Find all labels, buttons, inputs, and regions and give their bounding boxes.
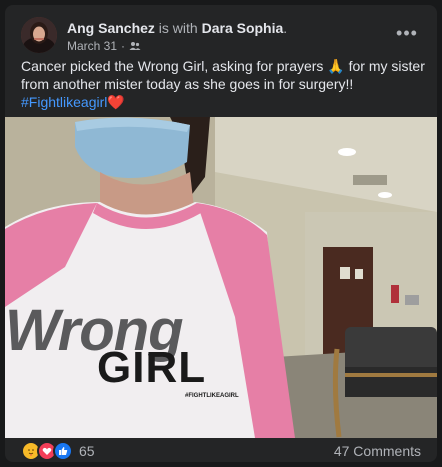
shirt-hashtag: #FIGHTLIKEAGIRL [185, 393, 239, 399]
post-header: Ang Sanchez is with Dara Sophia. March 3… [21, 17, 425, 57]
tagged-person[interactable]: Dara Sophia [202, 20, 284, 36]
post-photo[interactable]: Wrong GIRL #FIGHTLIKEAGIRL [5, 117, 437, 438]
shirt-word-girl: GIRL [97, 343, 207, 392]
post-meta: March 31 · [67, 39, 141, 53]
like-reaction-icon [53, 441, 73, 461]
post-footer: 65 47 Comments [21, 440, 421, 462]
post-date[interactable]: March 31 [67, 39, 117, 53]
heart-emoji: ❤️ [107, 94, 125, 110]
hashtag-link[interactable]: #Fightlikeagirl [21, 94, 107, 110]
reaction-summary[interactable] [21, 441, 73, 461]
post-body: Cancer picked the Wrong Girl, asking for… [21, 58, 425, 92]
meta-separator: · [121, 39, 126, 53]
with-text: is with [158, 20, 198, 36]
more-horizontal-icon: ••• [396, 22, 418, 43]
photo-image [5, 117, 437, 438]
post-card: Ang Sanchez is with Dara Sophia. March 3… [5, 5, 437, 462]
author-name[interactable]: Ang Sanchez [67, 20, 155, 36]
reaction-count[interactable]: 65 [79, 443, 95, 459]
more-options-button[interactable]: ••• [393, 21, 421, 45]
avatar-image [21, 17, 57, 53]
friends-icon[interactable] [129, 40, 141, 52]
author-line: Ang Sanchez is with Dara Sophia. [67, 20, 288, 36]
author-avatar[interactable] [21, 17, 57, 53]
post-text: Cancer picked the Wrong Girl, asking for… [21, 57, 425, 111]
comments-count[interactable]: 47 Comments [334, 443, 421, 459]
